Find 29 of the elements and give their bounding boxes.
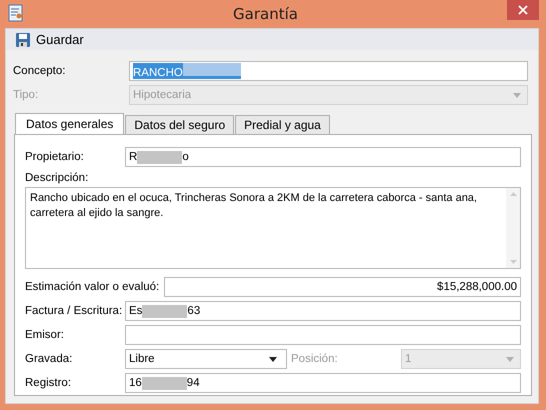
tab[interactable]: Datos generales xyxy=(15,113,124,134)
field-label: Posición: xyxy=(291,353,339,365)
field-label: Descripción: xyxy=(25,172,90,184)
field-label: Gravada: xyxy=(25,353,74,365)
field-label: Estimación valor o evaluó: xyxy=(25,281,160,293)
dropdown[interactable]: Libre xyxy=(125,349,287,369)
field-label: Factura / Escritura: xyxy=(25,305,124,317)
text-field[interactable]: R o xyxy=(125,147,521,167)
scroll-down-icon[interactable] xyxy=(510,260,516,264)
text-field[interactable]: 16 94 xyxy=(125,373,521,393)
tab[interactable]: Datos del seguro xyxy=(125,115,234,134)
field-label: Emisor: xyxy=(25,329,65,341)
save-button[interactable]: Guardar xyxy=(13,32,86,48)
dropdown-arrow-icon[interactable] xyxy=(269,356,277,362)
close-button[interactable] xyxy=(507,0,539,20)
text-field[interactable]: Es 63 xyxy=(125,301,521,321)
scroll-up-icon[interactable] xyxy=(510,192,516,196)
scrollbar[interactable] xyxy=(506,188,520,268)
field-label: Propietario: xyxy=(25,151,85,163)
field-label: Registro: xyxy=(25,377,72,389)
window-title: Garantía xyxy=(232,4,299,25)
text-field[interactable] xyxy=(125,325,521,345)
description-field[interactable]: Rancho ubicado en el ocuca, Trincheras Sonora a 2KM de la carretera caborca - santa ana, carretera al ejido la sangre. xyxy=(25,187,521,269)
amount-field[interactable]: $15,288,000.00 xyxy=(164,277,521,297)
certificate-icon xyxy=(8,4,24,22)
tab[interactable]: Predial y agua xyxy=(235,115,330,134)
field-label: Tipo: xyxy=(12,89,40,101)
field-label: Concepto: xyxy=(12,65,66,77)
close-icon xyxy=(518,5,528,15)
